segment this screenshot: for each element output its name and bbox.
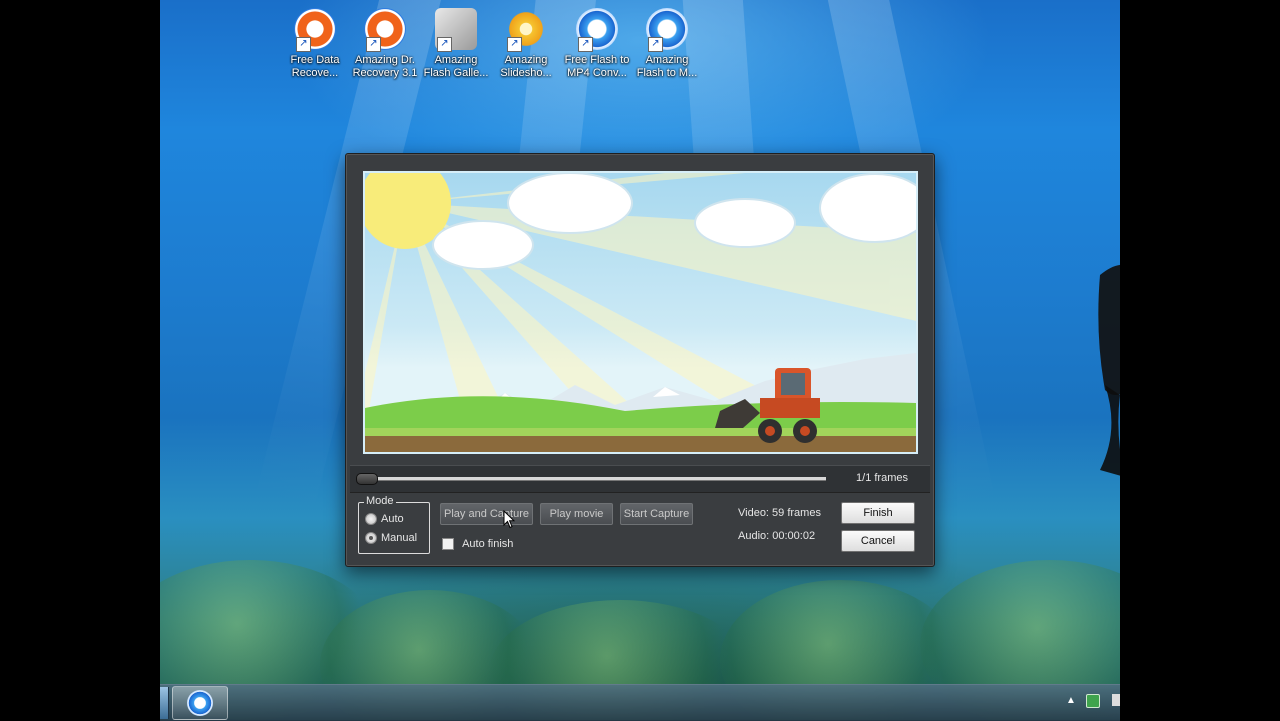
mouse-cursor-icon (503, 510, 515, 529)
capture-dialog: 1/1 frames Mode Auto Manual Play and Cap… (345, 153, 935, 567)
desktop-icon-label: Free Data (290, 54, 340, 66)
slideshow-flower-icon: ↗ (505, 8, 547, 52)
auto-finish-label: Auto finish (462, 538, 514, 551)
mode-groupbox: Mode Auto Manual (358, 495, 430, 554)
desktop-icon-label: Free Flash to (564, 54, 630, 66)
mode-auto-radio[interactable]: Auto (365, 513, 404, 527)
mode-manual-radio[interactable]: Manual (365, 532, 417, 546)
start-button[interactable] (160, 687, 169, 719)
desktop-icon-label: MP4 Conv... (567, 67, 627, 79)
desktop-icon-label: Flash Galle... (423, 67, 489, 79)
desktop-icon-label: Flash to M... (636, 67, 698, 79)
seek-bar-area: 1/1 frames (350, 465, 930, 493)
checkbox-box[interactable] (442, 538, 454, 551)
taskbar-app-button[interactable] (172, 686, 228, 720)
auto-finish-checkbox[interactable]: Auto finish (442, 538, 514, 551)
cancel-button[interactable]: Cancel (841, 530, 915, 552)
desktop-icon-label: Amazing (434, 54, 478, 66)
desktop-icon-free-data-recovery[interactable]: ↗ Free Data Recove... (279, 6, 351, 80)
flash-gallery-icon: ↗ (435, 8, 477, 52)
radio-indicator[interactable] (365, 532, 377, 545)
flash-converter-icon: ↗ (646, 8, 688, 52)
audio-duration-stat: Audio: 00:00:02 (738, 530, 816, 542)
desktop-icon-label: Recovery 3.1 (352, 67, 418, 79)
desktop-icon-label: Recove... (291, 67, 339, 79)
desktop-icon-label: Slidesho... (500, 67, 552, 79)
frames-counter: 1/1 frames (856, 472, 908, 484)
recovery-lifebuoy-icon: ↗ (364, 8, 406, 52)
show-hidden-icons-chevron-icon[interactable]: ▲ (1066, 695, 1076, 706)
seek-track[interactable] (362, 477, 826, 480)
desktop-icon-label: Amazing (645, 54, 689, 66)
action-center-flag-icon[interactable] (1112, 694, 1120, 706)
desktop-icon-label: Amazing (504, 54, 548, 66)
play-and-capture-button[interactable]: Play and Capture (440, 503, 533, 525)
green-tray-icon[interactable] (1086, 694, 1100, 708)
play-movie-button[interactable]: Play movie (540, 503, 613, 525)
video-frames-stat: Video: 59 frames (738, 507, 821, 519)
flash-converter-icon: ↗ (576, 8, 618, 52)
desktop-icon-amazing-flash-to-m[interactable]: ↗ Amazing Flash to M... (631, 6, 703, 80)
finish-button[interactable]: Finish (841, 502, 915, 524)
desktop-icon-free-flash-to-mp4[interactable]: ↗ Free Flash to MP4 Conv... (561, 6, 633, 80)
flash-converter-icon (187, 690, 213, 716)
seek-slider-thumb[interactable] (356, 473, 378, 485)
desktop-icon-amazing-flash-gallery[interactable]: ↗ Amazing Flash Galle... (420, 6, 492, 80)
fish-silhouette (1098, 264, 1120, 476)
radio-label-auto: Auto (381, 513, 404, 526)
radio-label-manual: Manual (381, 532, 418, 545)
recovery-lifebuoy-icon: ↗ (294, 8, 336, 52)
desktop-icon-amazing-dr-recovery[interactable]: ↗ Amazing Dr. Recovery 3.1 (349, 6, 421, 80)
video-preview (363, 171, 918, 454)
mode-legend: Mode (364, 495, 396, 507)
radio-indicator[interactable] (365, 513, 377, 526)
taskbar: ▲ (160, 684, 1120, 721)
start-capture-button[interactable]: Start Capture (620, 503, 693, 525)
desktop-icon-label: Amazing Dr. (355, 54, 415, 66)
desktop-icon-amazing-slideshow[interactable]: ↗ Amazing Slidesho... (490, 6, 562, 80)
